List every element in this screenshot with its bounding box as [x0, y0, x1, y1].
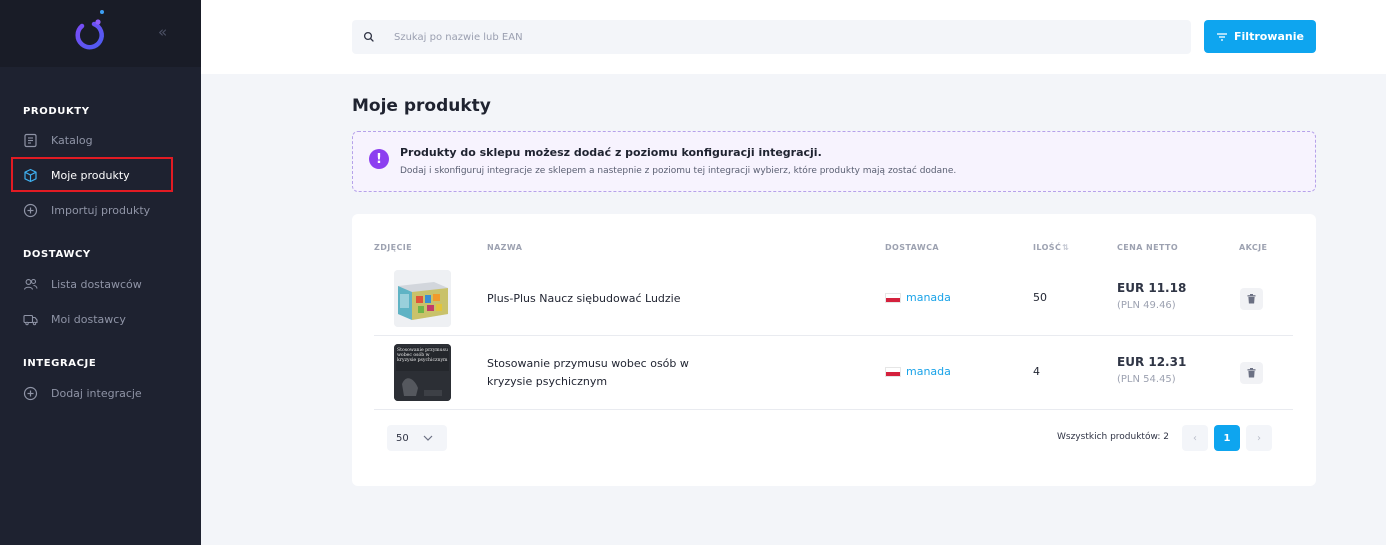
- per-page-value: 50: [396, 432, 409, 444]
- column-header-qty-label: ILOŚĆ: [1033, 243, 1062, 252]
- next-page-button[interactable]: ›: [1246, 425, 1272, 451]
- column-header-actions: AKCJE: [1239, 243, 1268, 252]
- filter-button-label: Filtrowanie: [1234, 30, 1304, 43]
- delete-button[interactable]: [1240, 288, 1263, 310]
- product-thumbnail[interactable]: [394, 270, 451, 327]
- search-icon: [363, 31, 375, 43]
- flag-pl-icon: [885, 366, 901, 377]
- column-header-qty[interactable]: ILOŚĆ⇅: [1033, 243, 1069, 252]
- product-name[interactable]: Stosowanie przymusu wobec osób w kryzysi…: [487, 355, 717, 391]
- thumbnail-book-title: Stosowanie przymusu wobec osób w kryzysi…: [397, 348, 448, 364]
- column-header-name: NAZWA: [487, 243, 523, 252]
- trash-icon: [1247, 368, 1256, 378]
- section-title-integracje: INTEGRACJE: [23, 358, 97, 369]
- search-input[interactable]: [394, 31, 1154, 43]
- column-header-photo: ZDJĘCIE: [374, 243, 412, 252]
- sidebar-item-lista-dostawcow[interactable]: Lista dostawców: [23, 273, 142, 295]
- info-notice: ! Produkty do sklepu możesz dodać z pozi…: [352, 131, 1316, 192]
- quantity-value: 4: [1033, 365, 1040, 378]
- filter-icon: [1216, 32, 1228, 42]
- section-title-produkty: PRODUKTY: [23, 106, 90, 117]
- plus-circle-icon: [23, 203, 38, 218]
- quantity-value: 50: [1033, 291, 1047, 304]
- per-page-select[interactable]: 50: [387, 425, 447, 451]
- products-table-card: ZDJĘCIE NAZWA DOSTAWCA ILOŚĆ⇅ CENA NETTO…: [352, 214, 1316, 486]
- sidebar-item-moi-dostawcy[interactable]: Moi dostawcy: [23, 308, 126, 330]
- price-eur: EUR 12.31: [1117, 355, 1187, 369]
- sidebar-item-label: Importuj produkty: [51, 203, 151, 217]
- sidebar-item-label: Dodaj integracje: [51, 386, 142, 400]
- sidebar: « PRODUKTY Katalog Moje produkty Importu…: [0, 0, 201, 545]
- page-title: Moje produkty: [352, 96, 491, 116]
- top-bar: Filtrowanie: [201, 0, 1386, 74]
- filter-button[interactable]: Filtrowanie: [1204, 20, 1316, 53]
- delete-button[interactable]: [1240, 362, 1263, 384]
- truck-icon: [23, 312, 38, 327]
- active-item-highlight: [11, 157, 173, 192]
- column-header-price: CENA NETTO: [1117, 243, 1179, 252]
- info-title: Produkty do sklepu możesz dodać z poziom…: [400, 146, 822, 159]
- sidebar-item-label: Moi dostawcy: [51, 312, 126, 326]
- catalog-icon: [23, 133, 38, 148]
- section-title-dostawcy: DOSTAWCY: [23, 249, 91, 260]
- sidebar-item-label: Katalog: [51, 133, 93, 147]
- trash-icon: [1247, 294, 1256, 304]
- prev-page-button[interactable]: ‹: [1182, 425, 1208, 451]
- flag-pl-icon: [885, 292, 901, 303]
- chevron-down-icon: [423, 435, 433, 441]
- sidebar-item-katalog[interactable]: Katalog: [23, 129, 93, 151]
- logo[interactable]: [72, 8, 108, 52]
- users-icon: [23, 277, 38, 292]
- table-row: Plus-Plus Naucz siębudować Ludzie manada…: [374, 262, 1293, 336]
- product-thumbnail[interactable]: Stosowanie przymusu wobec osób w kryzysi…: [394, 344, 451, 401]
- supplier-cell[interactable]: manada: [885, 291, 951, 304]
- page-button-current[interactable]: 1: [1214, 425, 1240, 451]
- column-header-supplier: DOSTAWCA: [885, 243, 939, 252]
- table-row: Stosowanie przymusu wobec osób w kryzysi…: [374, 336, 1293, 410]
- price-pln: (PLN 49.46): [1117, 300, 1176, 311]
- exclamation-icon: !: [369, 149, 389, 169]
- collapse-sidebar-icon[interactable]: «: [158, 23, 167, 41]
- supplier-cell[interactable]: manada: [885, 365, 951, 378]
- sort-icon[interactable]: ⇅: [1062, 243, 1069, 252]
- supplier-link[interactable]: manada: [906, 365, 951, 378]
- sidebar-header: «: [0, 0, 201, 67]
- info-text: Dodaj i skonfiguruj integracje ze sklepe…: [400, 166, 957, 176]
- supplier-link[interactable]: manada: [906, 291, 951, 304]
- sidebar-item-label: Lista dostawców: [51, 277, 142, 291]
- price-pln: (PLN 54.45): [1117, 374, 1176, 385]
- sidebar-item-dodaj-integracje[interactable]: Dodaj integracje: [23, 382, 142, 404]
- price-eur: EUR 11.18: [1117, 281, 1187, 295]
- total-products: Wszystkich produktów: 2: [1057, 432, 1169, 442]
- sidebar-item-importuj-produkty[interactable]: Importuj produkty: [23, 199, 150, 221]
- plus-circle-icon: [23, 386, 38, 401]
- search-bar[interactable]: [352, 20, 1191, 54]
- product-name[interactable]: Plus-Plus Naucz siębudować Ludzie: [487, 290, 717, 308]
